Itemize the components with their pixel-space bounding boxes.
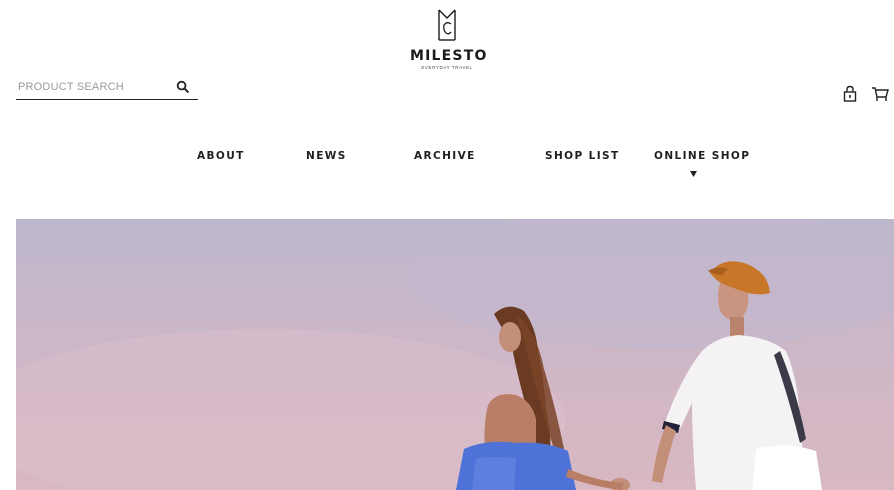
logo-mark-icon xyxy=(438,9,456,41)
brand-tagline: EVERYDAY TRAVEL xyxy=(421,65,473,70)
nav-item-online-shop[interactable]: ONLINE SHOP xyxy=(654,150,750,162)
hero-photo xyxy=(16,219,894,490)
nav-item-shop-list[interactable]: SHOP LIST xyxy=(545,150,620,162)
product-search xyxy=(16,77,198,100)
nav-item-news[interactable]: NEWS xyxy=(306,150,347,162)
search-icon[interactable] xyxy=(176,80,190,94)
hero-image xyxy=(16,219,894,490)
nav-item-archive[interactable]: ARCHIVE xyxy=(414,150,476,162)
cart-icon[interactable] xyxy=(871,86,889,102)
lock-icon[interactable] xyxy=(843,85,857,102)
search-input[interactable] xyxy=(16,77,168,97)
brand-name: MILESTO xyxy=(410,48,488,64)
nav-item-about[interactable]: ABOUT xyxy=(197,150,245,162)
page: MILESTO EVERYDAY TRAVEL ABOUT NEWS ARCHI… xyxy=(0,0,894,490)
brand-logo[interactable]: MILESTO EVERYDAY TRAVEL xyxy=(410,8,488,96)
caret-down-icon[interactable] xyxy=(690,171,697,177)
